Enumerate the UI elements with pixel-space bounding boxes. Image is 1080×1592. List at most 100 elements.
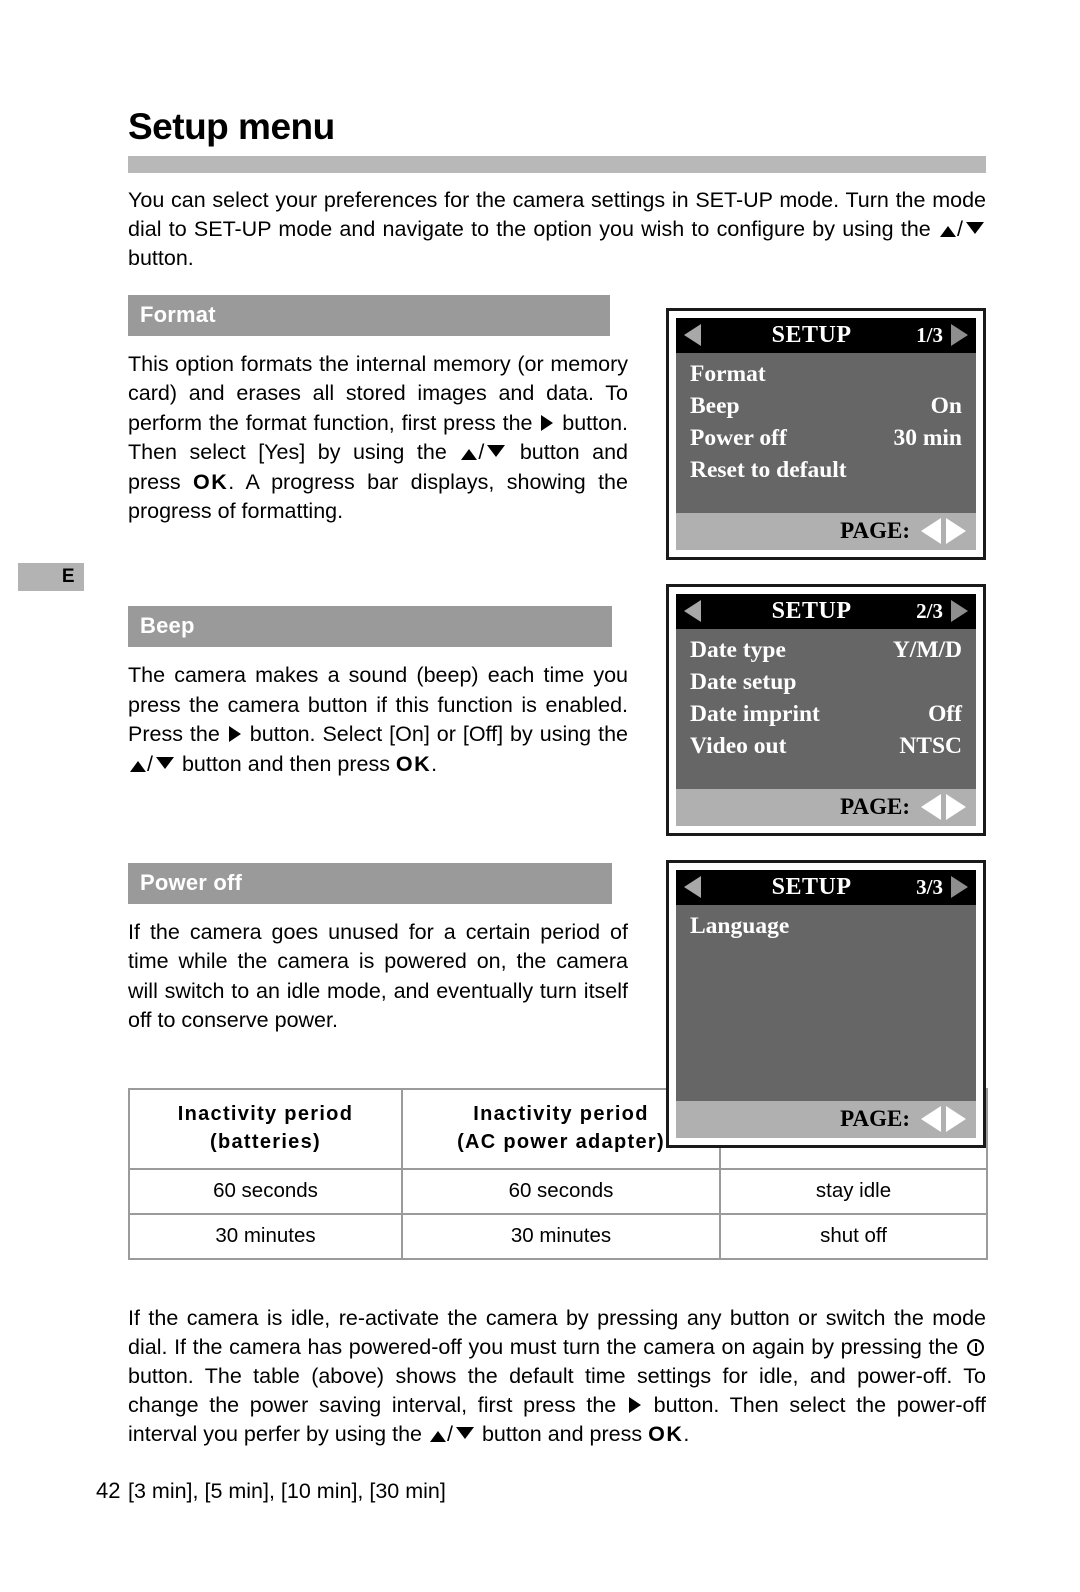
- language-side-tab: E: [18, 563, 84, 591]
- up-arrow-icon: [461, 449, 478, 460]
- beep-text-d: button and then press: [175, 751, 396, 776]
- lcd-1-menu-list: Format Beep On Power off 30 min Reset to…: [676, 352, 976, 491]
- lcd-menu-item[interactable]: Video out NTSC: [690, 730, 962, 762]
- table-row: 60 seconds 60 seconds stay idle: [128, 1167, 988, 1215]
- triangle-left-icon[interactable]: [684, 876, 701, 898]
- lcd-menu-item-value: Y/M/D: [892, 636, 962, 663]
- right-arrow-icon: [228, 726, 241, 742]
- lcd-menu-item[interactable]: Language: [690, 910, 962, 942]
- triangle-left-icon[interactable]: [684, 324, 701, 346]
- lcd-1-blank-area: [676, 490, 976, 513]
- page-next-icon[interactable]: [946, 794, 966, 820]
- table-cell: stay idle: [719, 1167, 988, 1215]
- language-side-tab-label: E: [61, 566, 75, 587]
- section-beep-body: The camera makes a sound (beep) each tim…: [128, 661, 628, 779]
- down-arrow-icon: [155, 756, 174, 769]
- lcd-3-blank-area: [676, 946, 976, 1101]
- lcd-1-title-bar: SETUP 1/3: [676, 317, 976, 353]
- table-row: 30 minutes 30 minutes shut off: [128, 1212, 988, 1260]
- triangle-right-icon[interactable]: [951, 600, 968, 622]
- lcd-1-footer: PAGE:: [676, 512, 976, 550]
- lcd-3-menu-list: Language: [676, 904, 976, 947]
- lcd-3-title: SETUP: [771, 873, 852, 900]
- ok-label: OK: [648, 1421, 684, 1446]
- ok-label: OK: [395, 751, 432, 776]
- section-power-off: Power off If the camera goes unused for …: [128, 862, 628, 1036]
- closing-text-a: If the camera is idle, re-activate the c…: [128, 1305, 986, 1359]
- lcd-screens-group: SETUP 1/3 Format Beep On Power off 30 mi…: [666, 307, 986, 1172]
- lcd-1-title: SETUP: [771, 321, 852, 348]
- lcd-menu-item-value: 30 min: [893, 424, 962, 451]
- lcd-menu-item-label: Date type: [690, 636, 786, 663]
- down-arrow-icon: [487, 445, 506, 457]
- lcd-2-footer: PAGE:: [676, 788, 976, 826]
- lcd-menu-item-label: Beep: [690, 392, 740, 419]
- lcd-1-page-indicator: 1/3: [916, 322, 943, 347]
- intro-paragraph: You can select your preferences for the …: [128, 186, 986, 273]
- power-button-icon: [967, 1338, 984, 1356]
- intro-text-b: /: [957, 217, 963, 241]
- triangle-right-icon[interactable]: [951, 324, 968, 346]
- lcd-screen-setup-1: SETUP 1/3 Format Beep On Power off 30 mi…: [666, 307, 986, 560]
- page-prev-icon[interactable]: [921, 518, 941, 544]
- page-next-icon[interactable]: [946, 1106, 966, 1132]
- lcd-menu-item-label: Language: [690, 912, 790, 939]
- table-cell: 60 seconds: [401, 1167, 721, 1215]
- triangle-right-icon[interactable]: [951, 876, 968, 898]
- section-format: Format This option formats the internal …: [128, 294, 628, 527]
- lcd-menu-item[interactable]: Reset to default: [690, 454, 962, 486]
- page-next-icon[interactable]: [946, 518, 966, 544]
- title-divider: [128, 156, 986, 173]
- table-header-line1: Inactivity period: [177, 1102, 354, 1125]
- up-arrow-icon: [940, 226, 957, 237]
- beep-text-c: /: [147, 751, 153, 776]
- lcd-menu-item-label: Reset to default: [690, 456, 847, 483]
- lcd-menu-item[interactable]: Date setup: [690, 666, 962, 698]
- up-arrow-icon: [429, 1430, 446, 1442]
- closing-text-d: /: [446, 1421, 453, 1446]
- lcd-menu-item-value: Off: [928, 700, 962, 727]
- format-text-c: /: [478, 440, 485, 464]
- table-cell: 30 minutes: [401, 1212, 721, 1260]
- lcd-menu-item-value: NTSC: [899, 732, 962, 759]
- lcd-screen-setup-3: SETUP 3/3 Language PAGE:: [666, 859, 986, 1148]
- ok-label: OK: [193, 469, 229, 494]
- down-arrow-icon: [455, 1426, 474, 1439]
- lcd-menu-item[interactable]: Date imprint Off: [690, 698, 962, 730]
- lcd-menu-item[interactable]: Date type Y/M/D: [690, 634, 962, 666]
- table-header-line2: (batteries): [210, 1130, 321, 1153]
- lcd-3-title-bar: SETUP 3/3: [676, 869, 976, 905]
- lcd-menu-item-label: Power off: [690, 424, 787, 451]
- lcd-2-menu-list: Date type Y/M/D Date setup Date imprint …: [676, 628, 976, 767]
- lcd-2-page-label: PAGE:: [840, 794, 910, 819]
- intro-text-a: You can select your preferences for the …: [128, 188, 986, 241]
- page-prev-icon[interactable]: [921, 1106, 941, 1132]
- closing-text-e: button and press: [475, 1421, 649, 1446]
- page-prev-icon[interactable]: [921, 794, 941, 820]
- lcd-screen-setup-2: SETUP 2/3 Date type Y/M/D Date setup Dat…: [666, 583, 986, 836]
- table-cell: 60 seconds: [128, 1167, 403, 1215]
- beep-text-e: .: [431, 751, 438, 776]
- table-cell: 30 minutes: [128, 1212, 403, 1260]
- section-beep-heading: Beep: [128, 606, 612, 647]
- lcd-menu-item-value: On: [930, 392, 962, 419]
- lcd-2-title: SETUP: [771, 597, 852, 624]
- closing-text-f: .: [683, 1421, 690, 1446]
- section-power-off-heading: Power off: [128, 862, 612, 904]
- closing-paragraph: If the camera is idle, re-activate the c…: [128, 1304, 986, 1449]
- lcd-menu-item-label: Date imprint: [690, 700, 820, 727]
- up-arrow-icon: [130, 760, 146, 772]
- lcd-2-page-indicator: 2/3: [916, 598, 943, 623]
- lcd-menu-item[interactable]: Format: [690, 358, 962, 390]
- left-column: Format This option formats the internal …: [128, 294, 628, 1036]
- triangle-left-icon[interactable]: [684, 600, 701, 622]
- table-header-cell: Inactivity period (batteries): [128, 1087, 403, 1170]
- page-number: 42: [96, 1478, 121, 1503]
- page-content: Setup menu You can select your preferenc…: [128, 0, 988, 1527]
- intro-text-c: button.: [128, 246, 194, 270]
- lcd-3-page-label: PAGE:: [840, 1106, 910, 1131]
- lcd-menu-item[interactable]: Beep On: [690, 390, 962, 422]
- lcd-menu-item[interactable]: Power off 30 min: [690, 422, 962, 454]
- lcd-menu-item-label: Date setup: [690, 668, 797, 695]
